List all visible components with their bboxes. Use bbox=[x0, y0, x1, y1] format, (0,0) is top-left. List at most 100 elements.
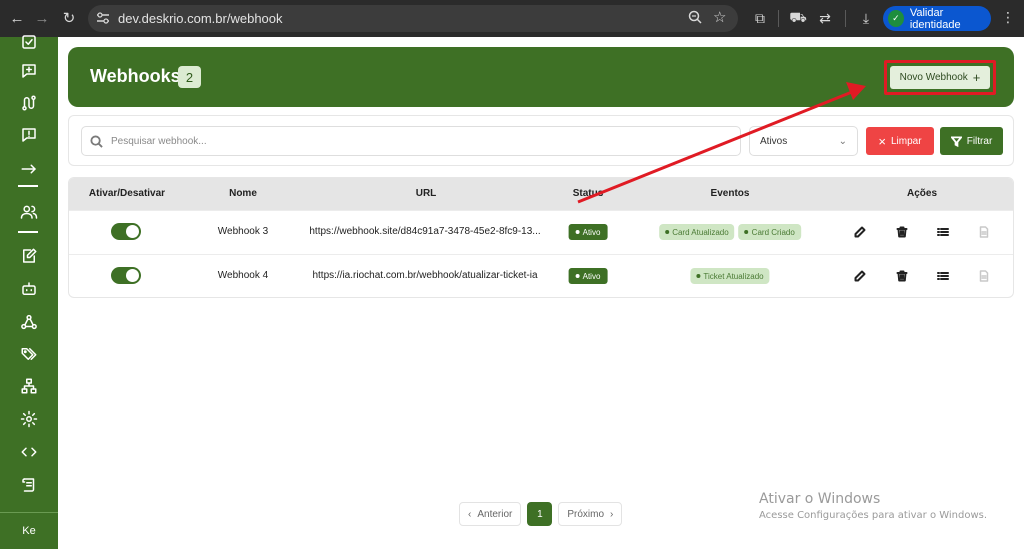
document-icon[interactable] bbox=[977, 225, 991, 239]
status-text: Ativo bbox=[582, 271, 601, 281]
next-page-label: Próximo bbox=[567, 508, 605, 520]
message-alert-icon[interactable] bbox=[18, 124, 40, 146]
search-icon bbox=[90, 134, 103, 148]
table-row: Webhook 4 https://ia.riochat.com.br/webh… bbox=[69, 254, 1013, 297]
sidebar: Ke bbox=[0, 35, 58, 549]
shield-check-icon: ✓ bbox=[888, 10, 904, 27]
event-tag-text: Card Criado bbox=[751, 227, 795, 237]
column-header-toggle: Ativar/Desativar bbox=[88, 188, 166, 199]
forward-arrow-icon[interactable]: → bbox=[31, 7, 53, 29]
code-icon[interactable] bbox=[18, 441, 40, 463]
new-webhook-label: Novo Webhook bbox=[899, 72, 968, 83]
chevron-down-icon: ⌄ bbox=[838, 135, 847, 147]
edit-pencil-icon[interactable] bbox=[853, 225, 867, 239]
column-header-events: Eventos bbox=[710, 188, 750, 199]
browser-toolbar: ← → ↻ dev.deskrio.com.br/webhook ☆ ⧉ ⛟ ⇄… bbox=[0, 0, 1024, 37]
document-icon[interactable] bbox=[977, 269, 991, 283]
user-avatar[interactable]: Ke bbox=[0, 512, 58, 549]
previous-page-label: Anterior bbox=[477, 508, 513, 520]
column-header-actions: Ações bbox=[906, 188, 938, 199]
zoom-icon[interactable] bbox=[688, 10, 702, 24]
webhook-url: https://ia.riochat.com.br/webhook/atuali… bbox=[312, 270, 538, 281]
page-title: Webhooks bbox=[90, 66, 181, 86]
gear-icon[interactable] bbox=[18, 408, 40, 430]
annotation-highlight-box: Novo Webhook + bbox=[884, 60, 996, 95]
scroll-icon[interactable] bbox=[18, 474, 40, 496]
plus-icon: + bbox=[972, 70, 981, 85]
network-icon[interactable] bbox=[18, 375, 40, 397]
windows-watermark-title: Ativar o Windows bbox=[759, 491, 881, 507]
download-icon[interactable]: ⤓ bbox=[856, 8, 876, 28]
users-icon[interactable] bbox=[18, 201, 40, 223]
page-header: Webhooks 2 Novo Webhook + bbox=[68, 47, 1014, 107]
site-settings-icon[interactable] bbox=[96, 12, 110, 24]
car-icon[interactable]: ⛟ bbox=[788, 8, 808, 28]
close-icon: × bbox=[878, 133, 886, 149]
logs-list-icon[interactable] bbox=[936, 225, 950, 239]
status-badge: Ativo bbox=[568, 268, 608, 284]
webhook-name: Webhook 4 bbox=[217, 270, 269, 281]
route-icon[interactable] bbox=[18, 92, 40, 114]
chevron-left-icon: ‹ bbox=[468, 508, 472, 520]
reload-icon[interactable]: ↻ bbox=[58, 7, 80, 29]
event-tag: Ticket Atualizado bbox=[690, 268, 770, 284]
delete-trash-icon[interactable] bbox=[895, 225, 909, 239]
url-text[interactable]: dev.deskrio.com.br/webhook bbox=[118, 11, 283, 26]
event-tag: Card Atualizado bbox=[659, 224, 735, 240]
events-list: Card Atualizado Card Criado bbox=[659, 224, 801, 240]
extensions-icon[interactable]: ⧉ bbox=[750, 8, 770, 28]
funnel-icon bbox=[950, 135, 962, 147]
event-tag-text: Ticket Atualizado bbox=[703, 271, 764, 281]
webhook-count-badge: 2 bbox=[178, 66, 201, 88]
translate-icon[interactable]: ⇄ bbox=[815, 8, 835, 28]
column-header-name: Nome bbox=[229, 188, 257, 199]
pagination: ‹ Anterior 1 Próximo › bbox=[459, 502, 623, 526]
table-row: Webhook 3 https://webhook.site/d84c91a7-… bbox=[69, 210, 1013, 254]
filter-label: Filtrar bbox=[966, 135, 993, 147]
checkbox-icon[interactable] bbox=[18, 31, 40, 53]
status-text: Ativo bbox=[582, 227, 601, 237]
clear-filters-button[interactable]: × Limpar bbox=[866, 127, 934, 155]
sidebar-divider bbox=[18, 185, 38, 187]
validate-identity-label: Validar identidade bbox=[909, 6, 961, 31]
chevron-right-icon: › bbox=[610, 508, 614, 520]
status-select[interactable]: Ativos ⌄ bbox=[749, 126, 858, 156]
back-arrow-icon[interactable]: ← bbox=[6, 7, 28, 29]
toolbar-divider bbox=[778, 10, 779, 27]
edit-note-icon[interactable] bbox=[18, 245, 40, 267]
events-list: Ticket Atualizado bbox=[690, 268, 770, 284]
search-input[interactable] bbox=[111, 135, 711, 147]
address-bar[interactable]: dev.deskrio.com.br/webhook ☆ bbox=[88, 5, 738, 32]
column-header-status: Status bbox=[572, 188, 604, 199]
message-plus-icon[interactable] bbox=[18, 60, 40, 82]
windows-watermark-subtitle: Acesse Configurações para ativar o Windo… bbox=[759, 510, 988, 521]
delete-trash-icon[interactable] bbox=[895, 269, 909, 283]
filter-bar: Ativos ⌄ × Limpar Filtrar bbox=[68, 115, 1014, 166]
next-page-button[interactable]: Próximo › bbox=[558, 502, 623, 526]
bot-icon[interactable] bbox=[18, 278, 40, 300]
search-box[interactable] bbox=[81, 126, 741, 156]
bookmark-star-icon[interactable]: ☆ bbox=[713, 8, 726, 26]
logs-list-icon[interactable] bbox=[936, 269, 950, 283]
browser-menu-icon[interactable]: ⋮ bbox=[1001, 9, 1015, 26]
status-badge: Ativo bbox=[568, 224, 608, 240]
event-tag: Card Criado bbox=[738, 224, 801, 240]
webhook-icon[interactable] bbox=[18, 311, 40, 333]
tags-icon[interactable] bbox=[18, 343, 40, 365]
enable-toggle[interactable] bbox=[111, 267, 141, 284]
table-header: Ativar/Desativar Nome URL Status Eventos… bbox=[69, 178, 1013, 210]
edit-pencil-icon[interactable] bbox=[853, 269, 867, 283]
filter-button[interactable]: Filtrar bbox=[940, 127, 1003, 155]
clear-filters-label: Limpar bbox=[891, 135, 922, 147]
arrow-right-icon[interactable] bbox=[18, 158, 40, 180]
toolbar-divider bbox=[845, 10, 846, 27]
column-header-url: URL bbox=[415, 188, 437, 199]
current-page-button[interactable]: 1 bbox=[527, 502, 553, 526]
new-webhook-button[interactable]: Novo Webhook + bbox=[890, 66, 990, 89]
webhook-url: https://webhook.site/d84c91a7-3478-45e2-… bbox=[309, 226, 541, 237]
enable-toggle[interactable] bbox=[111, 223, 141, 240]
event-tag-text: Card Atualizado bbox=[672, 227, 729, 237]
previous-page-button[interactable]: ‹ Anterior bbox=[459, 502, 522, 526]
validate-identity-button[interactable]: ✓ Validar identidade bbox=[883, 6, 991, 31]
webhook-name: Webhook 3 bbox=[217, 226, 269, 237]
